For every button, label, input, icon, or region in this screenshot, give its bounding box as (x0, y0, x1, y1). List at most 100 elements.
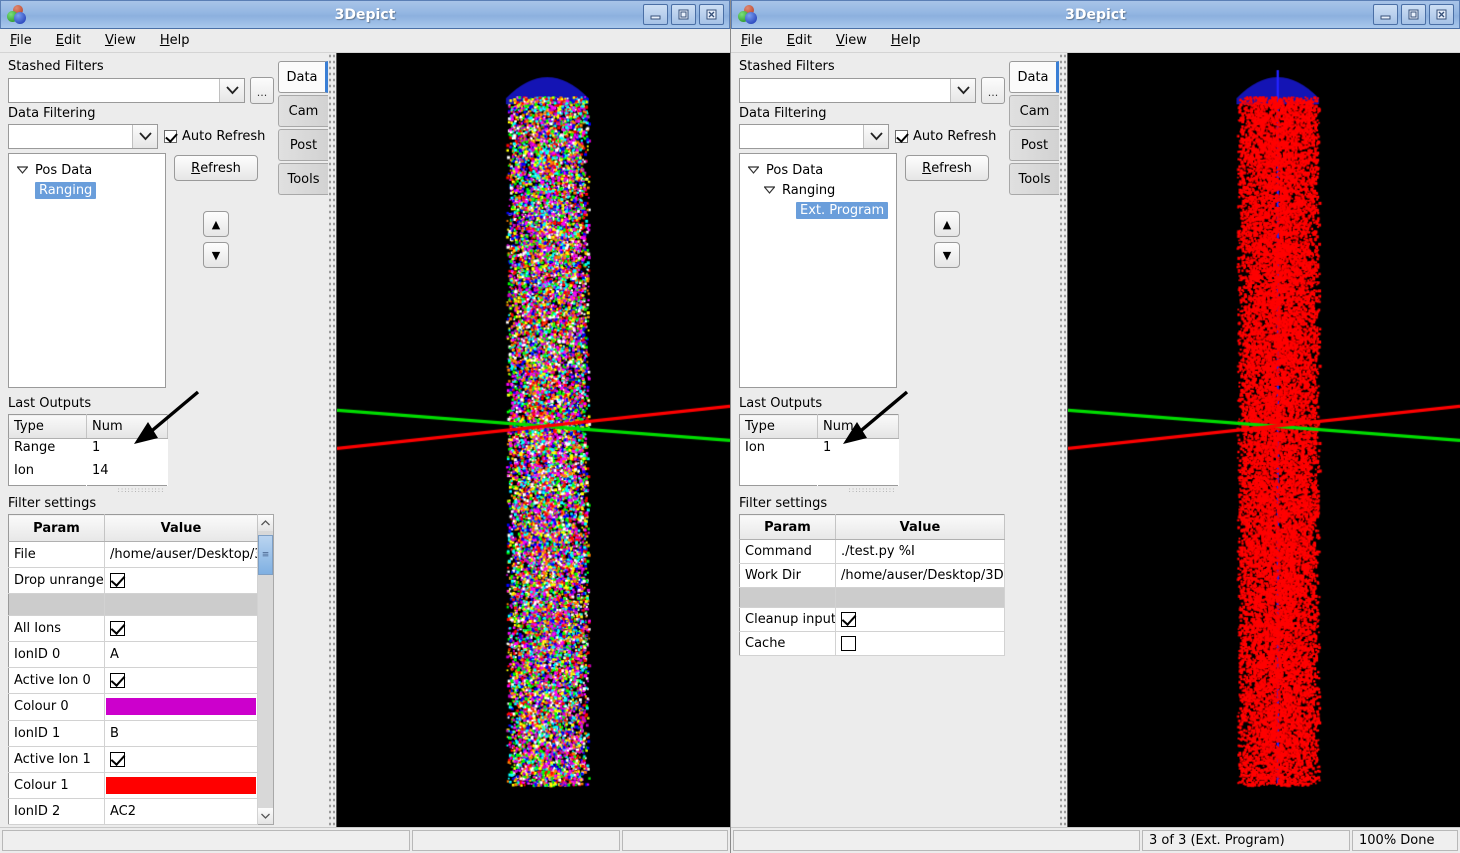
panel-sash-left[interactable]: :::::::::::::: (8, 486, 274, 494)
tab-post[interactable]: Post (278, 129, 328, 161)
table-row[interactable]: All Ions (8, 615, 258, 643)
panel-sash-right[interactable]: :::::::::::::: (739, 486, 1005, 494)
filter-settings-table-right[interactable]: Param Value Command ./test.py %I Work Di… (739, 514, 1005, 656)
data-filtering-combo[interactable] (739, 124, 889, 149)
minimize-button[interactable] (643, 4, 668, 25)
tree-item[interactable]: Ranging (744, 180, 892, 200)
table-row[interactable]: Ion 14 (9, 462, 168, 486)
table-row[interactable]: Ion 1 (740, 438, 899, 462)
table-row[interactable]: Active Ion 1 (8, 746, 258, 773)
viewport-right[interactable] (1067, 53, 1460, 827)
table-row[interactable]: File /home/auser/Desktop/3 (8, 541, 258, 569)
expander-triangle-icon[interactable] (760, 186, 778, 194)
param-value[interactable] (104, 746, 258, 773)
move-up-button[interactable]: ▲ (934, 211, 960, 237)
table-row[interactable]: Range 1 (9, 438, 168, 462)
param-value[interactable]: /home/auser/Desktop/3 (104, 541, 258, 569)
table-row[interactable]: Cleanup input (739, 607, 1005, 632)
param-value[interactable]: AC2 (104, 798, 258, 825)
checkbox-icon[interactable] (110, 621, 125, 637)
menu-view[interactable]: View (834, 31, 869, 50)
checkbox-icon[interactable] (841, 636, 856, 651)
maximize-button[interactable] (671, 4, 696, 25)
move-down-button[interactable]: ▼ (934, 242, 960, 268)
param-value[interactable]: A (104, 641, 258, 669)
table-row[interactable]: Cache (739, 631, 1005, 656)
minimize-button[interactable] (1373, 4, 1398, 25)
gl-canvas-left[interactable] (337, 53, 730, 827)
menu-edit[interactable]: Edit (785, 31, 814, 50)
last-outputs-table-right[interactable]: Type Num Ion 1 (739, 414, 899, 486)
param-value[interactable] (104, 772, 258, 799)
param-value[interactable] (835, 631, 1005, 656)
table-row[interactable]: Colour 1 (8, 772, 258, 799)
scroll-track[interactable]: ≡ (258, 531, 273, 808)
colour-swatch[interactable] (106, 698, 256, 716)
table-row[interactable]: Command ./test.py %I (739, 539, 1005, 564)
stashed-filters-browse-button[interactable]: ... (250, 77, 274, 104)
filter-tree-right[interactable]: Pos Data Ranging Ext. Program (739, 153, 897, 388)
expander-triangle-icon[interactable] (744, 166, 762, 174)
data-filtering-combo[interactable] (8, 124, 158, 149)
titlebar-left[interactable]: 3Depict (0, 0, 730, 29)
tree-item[interactable]: Ranging (13, 180, 161, 200)
tab-tools[interactable]: Tools (1009, 163, 1059, 195)
tree-item[interactable]: Pos Data (744, 160, 892, 180)
tab-cam[interactable]: Cam (1009, 95, 1059, 127)
refresh-button[interactable]: Refresh (905, 155, 989, 181)
param-value[interactable] (104, 693, 258, 721)
menu-file[interactable]: File (8, 31, 34, 50)
menu-help[interactable]: Help (889, 31, 923, 50)
param-value[interactable]: B (104, 720, 258, 747)
param-value[interactable] (104, 615, 258, 643)
param-value[interactable]: /home/auser/Desktop/3Dep (835, 563, 1005, 588)
scroll-down-button[interactable] (258, 808, 273, 824)
titlebar-right[interactable]: 3Depict (731, 0, 1460, 29)
checkbox-icon[interactable] (110, 573, 125, 589)
table-row[interactable]: Drop unranged (8, 567, 258, 595)
auto-refresh-checkbox[interactable]: Auto Refresh (164, 129, 265, 144)
table-row[interactable]: Active Ion 0 (8, 667, 258, 695)
gl-canvas-right[interactable] (1068, 53, 1460, 827)
checkbox-icon[interactable] (841, 612, 856, 627)
filter-tree-left[interactable]: Pos Data Ranging (8, 153, 166, 388)
move-down-button[interactable]: ▼ (203, 242, 229, 268)
stashed-filters-browse-button[interactable]: ... (981, 77, 1005, 104)
tab-cam[interactable]: Cam (278, 95, 328, 127)
checkbox-icon[interactable] (110, 673, 125, 689)
close-button[interactable] (699, 4, 724, 25)
param-value[interactable] (104, 567, 258, 595)
stashed-filters-combo[interactable] (8, 78, 245, 103)
menu-help[interactable]: Help (158, 31, 192, 50)
table-row[interactable]: IonID 1 B (8, 720, 258, 747)
table-row[interactable]: IonID 0 A (8, 641, 258, 669)
param-value[interactable] (104, 667, 258, 695)
scroll-up-button[interactable] (258, 515, 273, 531)
last-outputs-table-left[interactable]: Type Num Range 1 Ion 14 (8, 414, 168, 486)
colour-swatch[interactable] (106, 776, 256, 794)
filter-settings-table-left[interactable]: Param Value File /home/auser/Desktop/3 D… (8, 514, 258, 825)
menu-edit[interactable]: Edit (54, 31, 83, 50)
move-up-button[interactable]: ▲ (203, 211, 229, 237)
refresh-button[interactable]: Refresh (174, 155, 258, 181)
param-value[interactable]: ./test.py %I (835, 539, 1005, 564)
tab-data[interactable]: Data (278, 61, 328, 93)
scroll-thumb[interactable]: ≡ (258, 535, 273, 575)
stashed-filters-combo[interactable] (739, 78, 976, 103)
vertical-sash-left[interactable] (328, 53, 336, 827)
table-row[interactable]: Colour 0 (8, 693, 258, 721)
expander-triangle-icon[interactable] (13, 166, 31, 174)
table-row[interactable]: IonID 2 AC2 (8, 798, 258, 825)
param-value[interactable] (835, 607, 1005, 632)
auto-refresh-checkbox[interactable]: Auto Refresh (895, 129, 996, 144)
tree-item[interactable]: Pos Data (13, 160, 161, 180)
tab-tools[interactable]: Tools (278, 163, 328, 195)
filter-settings-scrollbar-left[interactable]: ≡ (258, 514, 274, 825)
viewport-left[interactable] (336, 53, 730, 827)
tab-post[interactable]: Post (1009, 129, 1059, 161)
tree-item[interactable]: Ext. Program (744, 200, 892, 220)
menu-view[interactable]: View (103, 31, 138, 50)
table-row[interactable]: Work Dir /home/auser/Desktop/3Dep (739, 563, 1005, 588)
tab-data[interactable]: Data (1009, 61, 1059, 93)
menu-file[interactable]: File (739, 31, 765, 50)
